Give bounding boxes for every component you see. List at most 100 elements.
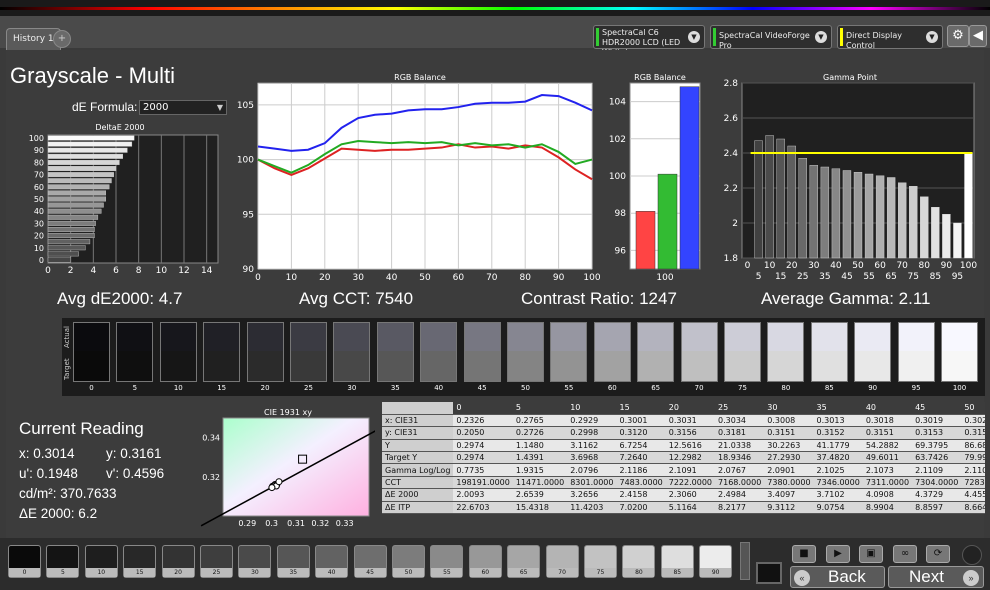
- target-color: [291, 351, 326, 381]
- patch-button[interactable]: 90: [699, 545, 733, 578]
- swatch-label: 35: [390, 384, 400, 392]
- grayscale-swatch[interactable]: [724, 322, 761, 382]
- patch-label: 30: [239, 568, 271, 577]
- actual-color: [898, 323, 934, 351]
- table-cell: 3.2656: [567, 488, 617, 502]
- loop-icon[interactable]: ∞: [893, 545, 917, 563]
- add-tab-button[interactable]: +: [53, 30, 71, 48]
- patch-button[interactable]: 15: [123, 545, 157, 578]
- refresh-icon[interactable]: ⟳: [926, 545, 950, 563]
- device-display-select[interactable]: Direct Display Control ▼: [837, 25, 943, 50]
- patch-button[interactable]: 10: [84, 545, 118, 578]
- grayscale-swatch[interactable]: [767, 322, 805, 382]
- table-cell: 9.3112: [764, 501, 814, 515]
- table-row[interactable]: y: CIE31 0.2050 0.2726 0.2998 0.3120 0.3156 0.…: [382, 426, 985, 440]
- grayscale-swatch[interactable]: [159, 322, 197, 382]
- patch-button[interactable]: 5: [46, 545, 80, 578]
- gamma-bar: [809, 165, 818, 259]
- grayscale-swatch[interactable]: [420, 322, 458, 382]
- chevron-down-icon: ▼: [926, 31, 938, 43]
- reading-y: y: 0.3161: [106, 446, 162, 461]
- patch-button[interactable]: 75: [584, 545, 617, 578]
- grayscale-swatch[interactable]: [73, 322, 110, 382]
- swatch-label: 100: [952, 384, 967, 392]
- grayscale-swatch[interactable]: [290, 322, 327, 382]
- de-bar: [47, 202, 104, 208]
- device-generator-select[interactable]: SpectraCal VideoForge Pro ▼: [710, 25, 832, 50]
- patch-button[interactable]: 30: [238, 545, 272, 578]
- patch-button[interactable]: 35: [276, 545, 310, 578]
- back-button[interactable]: « Back: [790, 566, 885, 588]
- patch-label: 80: [623, 568, 655, 577]
- measurement-table[interactable]: 05101520253035404550556065x: CIE310.2326…: [382, 402, 985, 526]
- table-row[interactable]: ΔE ITP 22.6703 15.4318 11.4203 7.0200 5.1164 8…: [382, 501, 985, 515]
- table-row[interactable]: Y 0.2974 1.1480 3.1162 6.7254 12.5616 21.0338 3…: [382, 439, 985, 453]
- patch-button[interactable]: 55: [430, 545, 464, 578]
- x-tick-label: 45: [841, 272, 852, 282]
- swatch-label: 65: [651, 384, 661, 392]
- actual-color: [117, 323, 153, 351]
- grayscale-swatch[interactable]: [203, 322, 241, 382]
- grayscale-swatch[interactable]: [637, 322, 675, 382]
- actual-color: [681, 323, 717, 351]
- gamma-bar: [953, 222, 962, 259]
- grayscale-swatch[interactable]: [854, 322, 892, 382]
- save-icon[interactable]: ▣: [859, 545, 883, 563]
- patch-button[interactable]: 40: [315, 545, 349, 578]
- play-icon[interactable]: ▶: [826, 545, 850, 563]
- reading-point: [268, 484, 276, 492]
- y-tick-label: 0: [39, 256, 44, 265]
- record-icon[interactable]: [962, 545, 982, 565]
- next-button[interactable]: Next »: [888, 566, 984, 588]
- gear-icon[interactable]: ⚙: [947, 25, 969, 47]
- device-label: Direct Display Control: [846, 31, 902, 50]
- target-color: [204, 351, 240, 381]
- patch-button[interactable]: 50: [392, 545, 425, 578]
- grayscale-swatch[interactable]: [897, 322, 935, 382]
- collapse-arrow-icon[interactable]: ◀: [969, 25, 987, 47]
- gamma-bar: [909, 186, 918, 259]
- gamma-bar: [842, 170, 852, 259]
- table-cell: 2.1186: [616, 463, 666, 477]
- grayscale-swatch[interactable]: [463, 322, 501, 382]
- table-row[interactable]: CCT 198191.0000 11471.0000 8301.0000 7483.00…: [382, 476, 985, 490]
- table-cell: 7304.0000: [912, 476, 962, 490]
- de-formula-select[interactable]: 2000 ▼: [139, 100, 227, 115]
- patch-button[interactable]: 0: [8, 545, 41, 578]
- x-tick-label: 30: [352, 273, 364, 283]
- grayscale-swatch[interactable]: [333, 322, 371, 382]
- patch-button[interactable]: 25: [200, 545, 233, 578]
- device-meter-select[interactable]: SpectraCal C6 HDR2000 LCD (LED White) ▼: [593, 25, 705, 57]
- grayscale-swatch[interactable]: [116, 322, 154, 382]
- avg-de-stat: Avg dE2000: 4.7: [57, 289, 183, 308]
- grayscale-swatch[interactable]: [680, 322, 718, 382]
- actual-color: [377, 323, 413, 351]
- patch-scrollbar[interactable]: [740, 542, 750, 580]
- table-cell: 2.6539: [512, 488, 568, 502]
- table-row[interactable]: Target Y 0.2974 1.4391 3.6968 7.2640 12.2982 1…: [382, 451, 985, 465]
- table-row[interactable]: Gamma Log/Log 0.7735 1.9315 2.0796 2.1186 2.1…: [382, 463, 985, 477]
- grayscale-swatch[interactable]: [941, 322, 978, 382]
- patch-button[interactable]: 85: [660, 545, 694, 578]
- patch-button[interactable]: 65: [507, 545, 541, 578]
- table-cell: 3.1162: [567, 439, 617, 453]
- patch-button[interactable]: 70: [545, 545, 579, 578]
- y-tick-label: 0.32: [202, 473, 220, 482]
- grayscale-swatch[interactable]: [246, 322, 284, 382]
- table-row[interactable]: x: CIE31 0.2326 0.2765 0.2929 0.3001 0.3031 0.…: [382, 414, 985, 428]
- table-cell: 54.2882: [862, 439, 913, 453]
- grayscale-swatch[interactable]: [507, 322, 544, 382]
- patch-label: 55: [431, 568, 463, 577]
- stop-icon[interactable]: ■: [792, 545, 816, 563]
- patch-button[interactable]: 60: [468, 545, 502, 578]
- table-row[interactable]: ΔE 2000 2.0093 2.6539 3.2656 2.4158 2.3060 2.4…: [382, 488, 985, 502]
- current-reading-title: Current Reading: [19, 419, 144, 438]
- grayscale-swatch[interactable]: [593, 322, 631, 382]
- table-cell: 2.3060: [665, 488, 716, 502]
- patch-button[interactable]: 45: [353, 545, 387, 578]
- patch-button[interactable]: 80: [622, 545, 656, 578]
- patch-button[interactable]: 20: [161, 545, 195, 578]
- grayscale-swatch[interactable]: [550, 322, 588, 382]
- grayscale-swatch[interactable]: [810, 322, 848, 382]
- grayscale-swatch[interactable]: [376, 322, 414, 382]
